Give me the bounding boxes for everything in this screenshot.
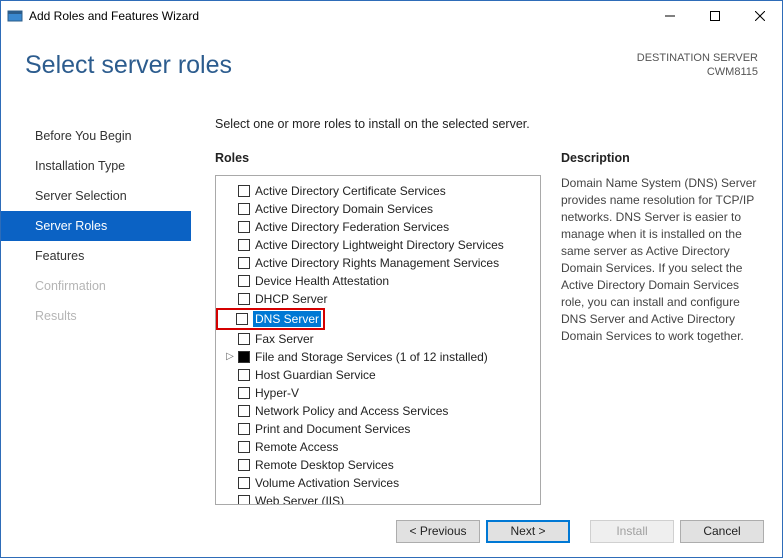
role-row[interactable]: Device Health Attestation: [218, 272, 538, 290]
role-row[interactable]: Remote Access: [218, 438, 538, 456]
role-row[interactable]: Print and Document Services: [218, 420, 538, 438]
roles-list[interactable]: Active Directory Certificate Services Act…: [215, 175, 541, 505]
titlebar: Add Roles and Features Wizard: [1, 1, 782, 31]
steps-sidebar: Before You Begin Installation Type Serve…: [1, 117, 191, 505]
role-checkbox[interactable]: [238, 203, 250, 215]
content: Before You Begin Installation Type Serve…: [1, 105, 782, 505]
role-checkbox[interactable]: [238, 495, 250, 505]
role-checkbox[interactable]: [238, 423, 250, 435]
role-row[interactable]: Remote Desktop Services: [218, 456, 538, 474]
role-row[interactable]: Active Directory Lightweight Directory S…: [218, 236, 538, 254]
instruction-text: Select one or more roles to install on t…: [215, 117, 758, 131]
destination-server: CWM8115: [637, 65, 758, 79]
role-checkbox[interactable]: [238, 351, 250, 363]
close-button[interactable]: [737, 1, 782, 31]
role-checkbox[interactable]: [238, 185, 250, 197]
next-button[interactable]: Next >: [486, 520, 570, 543]
role-row[interactable]: Network Policy and Access Services: [218, 402, 538, 420]
role-label: Active Directory Federation Services: [255, 219, 449, 235]
role-row[interactable]: Active Directory Federation Services: [218, 218, 538, 236]
role-label: Web Server (IIS): [255, 493, 344, 505]
role-checkbox[interactable]: [238, 477, 250, 489]
roles-column: Roles Active Directory Certificate Servi…: [215, 151, 541, 505]
role-row[interactable]: ▷ File and Storage Services (1 of 12 inst…: [218, 348, 538, 366]
page-title: Select server roles: [25, 51, 637, 80]
role-label: Hyper-V: [255, 385, 299, 401]
role-row[interactable]: DNS Server: [218, 308, 538, 330]
app-icon: [7, 8, 23, 24]
previous-button[interactable]: < Previous: [396, 520, 480, 543]
step-confirmation: Confirmation: [1, 271, 191, 301]
role-label: Network Policy and Access Services: [255, 403, 448, 419]
main-panel: Select one or more roles to install on t…: [191, 117, 758, 505]
role-checkbox[interactable]: [238, 257, 250, 269]
role-checkbox[interactable]: [238, 221, 250, 233]
role-row[interactable]: Host Guardian Service: [218, 366, 538, 384]
role-row[interactable]: DHCP Server: [218, 290, 538, 308]
role-label: DNS Server: [253, 311, 321, 327]
role-label: Active Directory Lightweight Directory S…: [255, 237, 504, 253]
window-title: Add Roles and Features Wizard: [29, 9, 647, 23]
columns: Roles Active Directory Certificate Servi…: [215, 151, 758, 505]
role-row[interactable]: Active Directory Rights Management Servi…: [218, 254, 538, 272]
role-checkbox[interactable]: [238, 275, 250, 287]
role-checkbox[interactable]: [238, 293, 250, 305]
role-row[interactable]: Volume Activation Services: [218, 474, 538, 492]
role-checkbox[interactable]: [236, 313, 248, 325]
role-checkbox[interactable]: [238, 369, 250, 381]
minimize-button[interactable]: [647, 1, 692, 31]
role-label: Host Guardian Service: [255, 367, 376, 383]
role-row[interactable]: Active Directory Certificate Services: [218, 182, 538, 200]
step-before-you-begin[interactable]: Before You Begin: [1, 121, 191, 151]
description-text: Domain Name System (DNS) Server provides…: [561, 175, 758, 345]
highlight-box: DNS Server: [216, 308, 325, 330]
role-checkbox[interactable]: [238, 387, 250, 399]
role-label: Fax Server: [255, 331, 314, 347]
role-label: Device Health Attestation: [255, 273, 389, 289]
role-checkbox[interactable]: [238, 333, 250, 345]
description-title: Description: [561, 151, 758, 165]
step-server-selection[interactable]: Server Selection: [1, 181, 191, 211]
footer: < Previous Next > Install Cancel: [1, 505, 782, 557]
role-row[interactable]: Hyper-V: [218, 384, 538, 402]
role-checkbox[interactable]: [238, 239, 250, 251]
wizard-window: Add Roles and Features Wizard Select ser…: [0, 0, 783, 558]
roles-title: Roles: [215, 151, 541, 165]
step-installation-type[interactable]: Installation Type: [1, 151, 191, 181]
header: Select server roles DESTINATION SERVER C…: [1, 31, 782, 105]
step-results: Results: [1, 301, 191, 331]
expand-icon[interactable]: ▷: [224, 349, 236, 365]
role-label: DHCP Server: [255, 291, 327, 307]
role-label: Active Directory Domain Services: [255, 201, 433, 217]
role-row[interactable]: Active Directory Domain Services: [218, 200, 538, 218]
destination-label: DESTINATION SERVER: [637, 51, 758, 65]
cancel-button[interactable]: Cancel: [680, 520, 764, 543]
role-label: File and Storage Services (1 of 12 insta…: [255, 349, 488, 365]
step-features[interactable]: Features: [1, 241, 191, 271]
role-checkbox[interactable]: [238, 405, 250, 417]
role-row[interactable]: Web Server (IIS): [218, 492, 538, 505]
window-controls: [647, 1, 782, 31]
role-label: Volume Activation Services: [255, 475, 399, 491]
destination-info: DESTINATION SERVER CWM8115: [637, 51, 758, 79]
role-row[interactable]: Fax Server: [218, 330, 538, 348]
install-button: Install: [590, 520, 674, 543]
description-column: Description Domain Name System (DNS) Ser…: [541, 151, 758, 505]
role-checkbox[interactable]: [238, 459, 250, 471]
role-label: Print and Document Services: [255, 421, 410, 437]
role-label: Active Directory Certificate Services: [255, 183, 446, 199]
role-label: Remote Access: [255, 439, 338, 455]
maximize-button[interactable]: [692, 1, 737, 31]
role-checkbox[interactable]: [238, 441, 250, 453]
role-label: Active Directory Rights Management Servi…: [255, 255, 499, 271]
role-label: Remote Desktop Services: [255, 457, 394, 473]
step-server-roles[interactable]: Server Roles: [1, 211, 191, 241]
